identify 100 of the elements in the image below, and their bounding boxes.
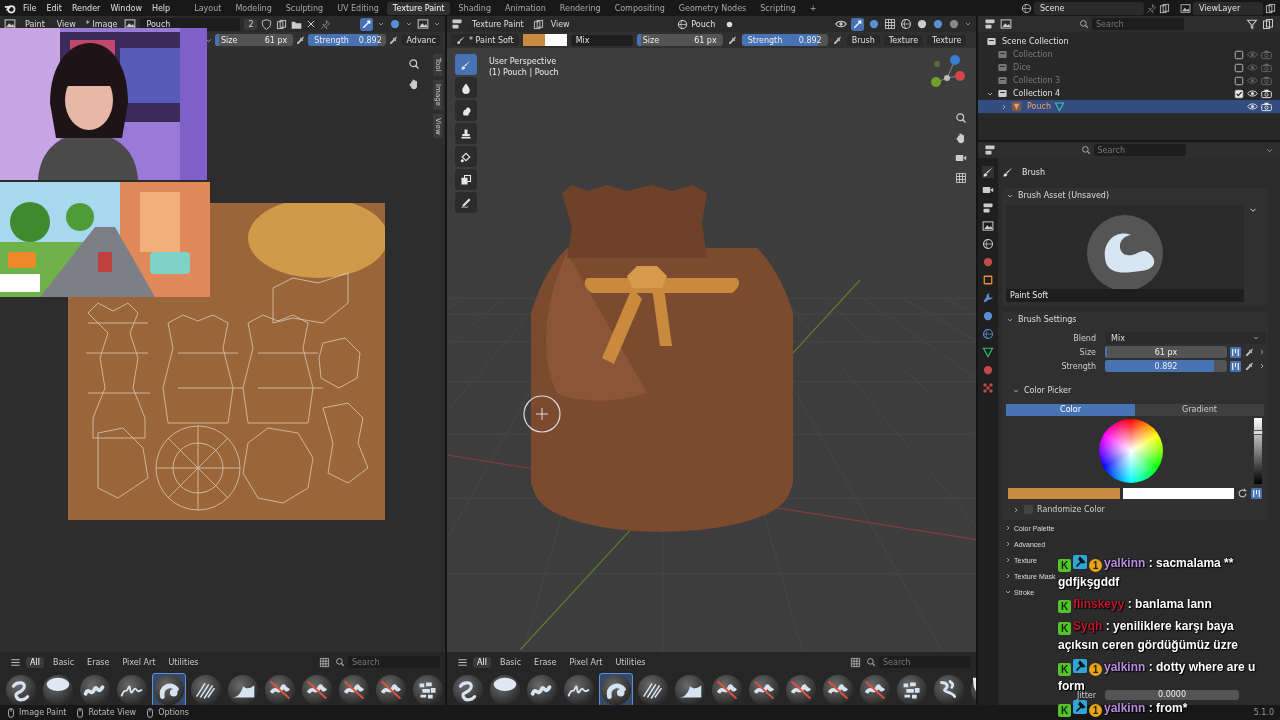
shelf-tab[interactable]: Utilities xyxy=(164,656,203,668)
swap-icon[interactable] xyxy=(1237,488,1248,499)
view-options-icon[interactable] xyxy=(319,656,330,668)
editor-type-icon[interactable] xyxy=(984,144,996,156)
shelf-tab[interactable]: Basic xyxy=(495,656,526,668)
outliner-row[interactable]: Dice xyxy=(978,61,1280,74)
color-swatch[interactable] xyxy=(1122,488,1234,499)
editor-type-icon[interactable] xyxy=(984,18,996,30)
pin-icon[interactable] xyxy=(1146,2,1157,14)
disclosure-icon[interactable] xyxy=(1000,102,1008,111)
image-icon[interactable] xyxy=(124,18,137,30)
view-layer-icon[interactable] xyxy=(1180,2,1191,14)
menu-item[interactable]: View xyxy=(53,19,79,29)
shelf-tab[interactable]: All xyxy=(26,656,44,668)
display-channels-icon[interactable] xyxy=(417,18,429,30)
shelf-tab[interactable]: Erase xyxy=(83,656,114,668)
hand-icon[interactable] xyxy=(408,78,420,90)
workspace-tab[interactable]: Sculpting xyxy=(279,1,330,15)
grid-icon[interactable] xyxy=(955,172,967,184)
view-options-icon[interactable] xyxy=(850,656,861,668)
checkbox-label[interactable]: Randomize Color xyxy=(1037,505,1105,514)
copy-icon[interactable] xyxy=(532,18,544,30)
render-icon[interactable] xyxy=(982,184,994,196)
pin-icon[interactable] xyxy=(320,18,332,30)
search-field[interactable]: Search xyxy=(1093,144,1186,156)
menu-icon[interactable] xyxy=(10,656,21,668)
tool-button[interactable] xyxy=(455,169,477,190)
brush-thumbnail[interactable] xyxy=(226,673,260,705)
color-mode-tab[interactable]: Gradient xyxy=(1135,404,1264,416)
tool-button[interactable] xyxy=(455,123,477,144)
brush-thumbnail[interactable] xyxy=(673,673,707,705)
eye-icon[interactable] xyxy=(1247,101,1258,112)
workspace-tab[interactable]: Shading xyxy=(452,1,497,15)
workspace-tab[interactable]: Texture Paint xyxy=(386,1,451,15)
outliner-row[interactable]: Pouch xyxy=(978,100,1280,113)
tool-button[interactable] xyxy=(455,192,477,213)
brush-thumbnail[interactable] xyxy=(152,673,186,705)
menu-item[interactable]: View xyxy=(547,19,573,29)
dropdown-menu[interactable]: Brush xyxy=(846,34,880,46)
workspace-tab[interactable]: Geometry Nodes xyxy=(672,1,753,15)
copy-icon[interactable] xyxy=(1159,2,1170,14)
outliner-row[interactable]: Collection xyxy=(978,48,1280,61)
outliner-row[interactable]: Collection 3 xyxy=(978,74,1280,87)
tool-button[interactable] xyxy=(455,100,477,121)
shelf-tab[interactable]: Basic xyxy=(48,656,79,668)
camera-icon[interactable] xyxy=(1261,88,1272,99)
brush-thumbnail[interactable] xyxy=(374,673,408,705)
dropdown-menu[interactable]: Texture xyxy=(927,34,967,46)
brush-thumbnail[interactable] xyxy=(932,673,966,705)
menu-item[interactable]: Window xyxy=(106,2,146,14)
zoom-icon[interactable] xyxy=(955,112,967,124)
workspace-tab[interactable]: Modeling xyxy=(229,1,278,15)
checkbox[interactable] xyxy=(1234,75,1244,86)
brush-thumbnail[interactable] xyxy=(636,673,670,705)
camera-icon[interactable] xyxy=(955,152,967,164)
search-field[interactable]: Search xyxy=(1092,18,1184,30)
shelf-tab[interactable]: Pixel Art xyxy=(565,656,607,668)
brush-thumbnail[interactable] xyxy=(4,673,38,705)
slider-handle[interactable] xyxy=(1253,429,1263,435)
workspace-tab[interactable]: UV Editing xyxy=(331,1,385,15)
eye-icon[interactable] xyxy=(1247,88,1258,99)
texture-icon[interactable] xyxy=(982,382,994,394)
brush-thumbnail[interactable] xyxy=(525,673,559,705)
pipette-icon[interactable] xyxy=(1244,360,1255,372)
checkbox[interactable] xyxy=(1234,88,1244,99)
editor-type-icon[interactable] xyxy=(4,18,16,30)
copy-icon[interactable] xyxy=(276,18,288,30)
wireframe-icon[interactable] xyxy=(900,18,912,30)
brush-thumbnail[interactable] xyxy=(562,673,596,705)
checkbox[interactable] xyxy=(1234,62,1244,73)
search-field[interactable]: Search xyxy=(348,656,440,668)
physics-icon[interactable] xyxy=(982,328,994,340)
outliner-row[interactable]: Collection 4 xyxy=(978,87,1280,100)
tool-icon[interactable] xyxy=(982,166,994,178)
close-icon[interactable] xyxy=(306,19,317,29)
value-slider[interactable] xyxy=(1254,418,1262,484)
image-name-field[interactable]: Pouch xyxy=(140,17,241,31)
visibility-icon[interactable] xyxy=(835,18,847,30)
menu-icon[interactable] xyxy=(457,656,468,668)
strength-slider[interactable]: Strength 0.892 xyxy=(308,34,387,46)
object-dropdown[interactable]: Pouch xyxy=(672,17,721,31)
color-swatch[interactable] xyxy=(544,34,567,46)
brush-thumbnail[interactable] xyxy=(895,673,929,705)
brush-thumbnail[interactable] xyxy=(263,673,297,705)
panel-header[interactable]: Brush Settings xyxy=(1002,312,1081,327)
color-swatch[interactable] xyxy=(522,34,545,46)
search-field[interactable]: Search xyxy=(879,656,971,668)
menu-item[interactable]: Render xyxy=(67,2,105,14)
brush-thumbnail[interactable] xyxy=(747,673,781,705)
zoom-icon[interactable] xyxy=(408,58,420,70)
workspace-tab[interactable]: Rendering xyxy=(553,1,607,15)
brush-thumbnail[interactable] xyxy=(451,673,485,705)
brush-thumbnail[interactable] xyxy=(189,673,223,705)
brush-thumbnail[interactable] xyxy=(821,673,855,705)
size-slider[interactable]: Size 61 px xyxy=(215,34,294,46)
overlay-icon[interactable] xyxy=(389,18,401,30)
brush-thumbnail[interactable] xyxy=(599,673,633,705)
workspace-tab[interactable]: Animation xyxy=(499,1,552,15)
panel-header[interactable]: Color Picker xyxy=(1002,383,1076,398)
brush-thumbnail[interactable] xyxy=(115,673,149,705)
